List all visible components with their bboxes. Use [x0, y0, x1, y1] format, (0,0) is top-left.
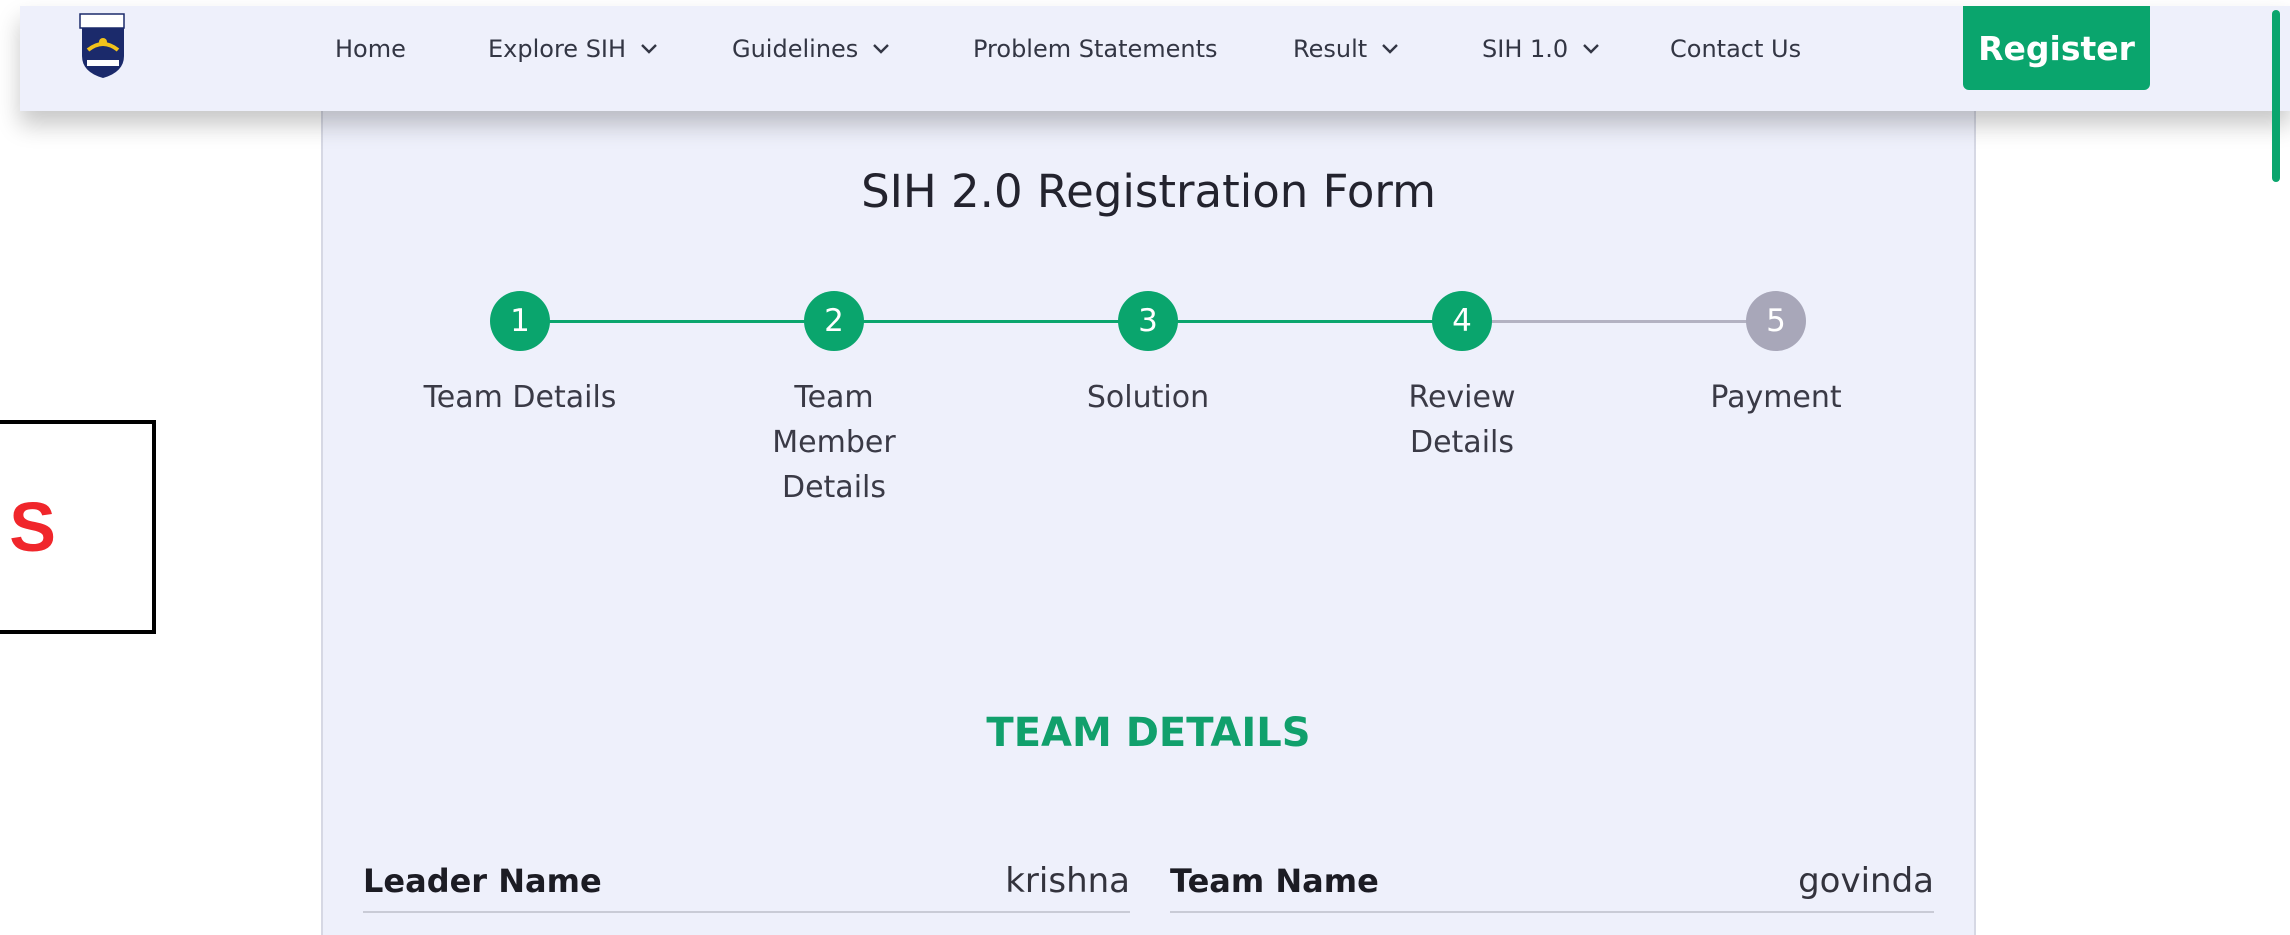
nav-home[interactable]: Home: [335, 32, 406, 66]
step-connector: [834, 320, 1148, 323]
step-3-label: Solution: [1086, 380, 1210, 415]
nav-result[interactable]: Result: [1293, 32, 1399, 66]
nav-problem-statements-label: Problem Statements: [973, 35, 1218, 63]
progress-stepper: 1 2 3 4 5 Team Details Team Member Detai…: [323, 105, 1974, 505]
step-4-circle[interactable]: 4: [1432, 291, 1492, 351]
nav-home-label: Home: [335, 35, 406, 63]
step-connector: [1148, 320, 1462, 323]
side-callout-box: S: [0, 420, 156, 634]
leader-name-label: Leader Name: [363, 862, 602, 900]
nav-guidelines[interactable]: Guidelines: [732, 32, 890, 66]
chevron-down-icon: [872, 43, 890, 55]
nav-explore-sih[interactable]: Explore SIH: [488, 32, 658, 66]
step-1-label: Team Details: [423, 380, 617, 415]
step-2-circle[interactable]: 2: [804, 291, 864, 351]
team-name-label: Team Name: [1170, 862, 1379, 900]
registration-form-card: SIH 2.0 Registration Form 1 2 3 4 5 Team…: [321, 105, 1976, 935]
nav-problem-statements[interactable]: Problem Statements: [973, 32, 1218, 66]
nav-contact-us[interactable]: Contact Us: [1670, 32, 1801, 66]
chevron-down-icon: [1582, 43, 1600, 55]
nav-sih-1-label: SIH 1.0: [1482, 35, 1569, 63]
sis-tech-shield-logo[interactable]: [78, 12, 128, 80]
step-connector: [520, 320, 834, 323]
section-heading: TEAM DETAILS: [986, 710, 1311, 756]
nav-explore-sih-label: Explore SIH: [488, 35, 627, 63]
nav-sih-1[interactable]: SIH 1.0: [1482, 32, 1600, 66]
chevron-down-icon: [640, 43, 658, 55]
step-5-circle[interactable]: 5: [1746, 291, 1806, 351]
top-navbar: Home Explore SIH Guidelines Problem Stat…: [20, 6, 2290, 111]
team-name-field: Team Name govinda: [1170, 851, 1934, 913]
step-5-label: Payment: [1710, 380, 1842, 415]
leader-name-value: krishna: [1005, 861, 1130, 901]
team-name-value: govinda: [1798, 861, 1934, 901]
step-2-label: Team Member Details: [772, 380, 896, 505]
side-callout-text: S: [9, 488, 56, 566]
step-3-circle[interactable]: 3: [1118, 291, 1178, 351]
step-connector: [1462, 320, 1776, 323]
chevron-down-icon: [1381, 43, 1399, 55]
nav-guidelines-label: Guidelines: [732, 35, 859, 63]
step-1-circle[interactable]: 1: [490, 291, 550, 351]
nav-contact-us-label: Contact Us: [1670, 35, 1802, 63]
scrollbar-thumb[interactable]: [2272, 10, 2280, 182]
nav-result-label: Result: [1293, 35, 1368, 63]
step-4-label: Review Details: [1408, 380, 1516, 460]
register-button[interactable]: Register: [1963, 6, 2150, 90]
leader-name-field: Leader Name krishna: [363, 851, 1130, 913]
